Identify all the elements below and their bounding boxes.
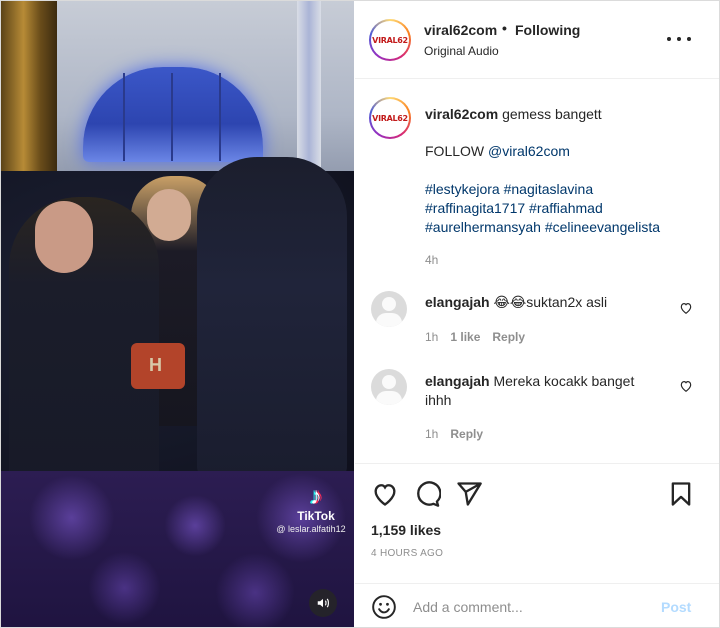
post-timestamp[interactable]: 4 HOURS AGO (371, 548, 443, 559)
video-pillar (297, 1, 321, 181)
comment-body: Mereka kocakk banget (493, 373, 635, 389)
comment-time[interactable]: 1h (425, 330, 438, 344)
post-comment-button[interactable]: Post (661, 599, 691, 615)
comment-body: 😂😂suktan2x asli (493, 294, 608, 310)
avatar-logo: VIRAL62 (371, 21, 409, 59)
comment-meta: 1h Reply (425, 427, 483, 441)
like-heart-icon[interactable] (371, 480, 399, 508)
post-actions: 1,159 likes 4 HOURS AGO (355, 463, 719, 575)
video-gold-ornament (1, 1, 57, 171)
caption-timestamp[interactable]: 4h (425, 253, 438, 267)
video-face (35, 201, 93, 273)
caption-follow-line: FOLLOW @viral62com (425, 142, 570, 161)
video-person-hooded (197, 157, 347, 477)
author-avatar[interactable]: VIRAL62 (369, 19, 411, 61)
hashtag-line[interactable]: #aurelhermansyah #celineevangelista (425, 218, 660, 237)
post-video[interactable]: ♪ TikTok @ leslar.alfatih12 (1, 1, 354, 627)
speaker-icon (317, 598, 329, 608)
caption-text: viral62com gemess bangett (425, 105, 705, 124)
comment-username[interactable]: elangajah (425, 373, 490, 389)
audio-link[interactable]: Original Audio (424, 44, 499, 58)
avatar-logo: VIRAL62 (371, 99, 409, 137)
tiktok-logo-icon: ♪ (310, 483, 322, 510)
reply-button[interactable]: Reply (450, 427, 483, 441)
comment-text: elangajah Mereka kocakk banget ihhh (425, 372, 675, 410)
comment-avatar[interactable] (371, 369, 407, 405)
following-button[interactable]: Following (515, 22, 580, 38)
caption-follow-prefix: FOLLOW (425, 143, 489, 159)
comment-like-heart-icon[interactable] (679, 301, 693, 315)
caption-username[interactable]: viral62com (425, 106, 498, 122)
share-paper-plane-icon[interactable] (455, 480, 483, 508)
hashtag-line[interactable]: #lestykejora #nagitaslavina (425, 180, 593, 199)
comment-text: elangajah 😂😂suktan2x asli (425, 293, 675, 312)
more-options-icon[interactable] (667, 31, 691, 47)
add-comment-bar: Post (355, 583, 719, 627)
separator-dot: • (502, 20, 507, 36)
mute-toggle-button[interactable] (309, 589, 337, 617)
comment-body: ihhh (425, 392, 452, 408)
comment-input[interactable] (413, 596, 643, 618)
caption-avatar[interactable]: VIRAL62 (369, 97, 411, 139)
post-header: VIRAL62 viral62com • Following Original … (355, 1, 719, 79)
emoji-smiley-icon[interactable] (371, 594, 397, 620)
author-username[interactable]: viral62com (424, 22, 497, 38)
comment-time[interactable]: 1h (425, 427, 438, 441)
tiktok-watermark: ♪ TikTok @ leslar.alfatih12 (276, 483, 351, 535)
tiktok-brand: TikTok (297, 509, 335, 523)
hashtag-line[interactable]: #raffinagita1717 #raffiahmad (425, 199, 603, 218)
tiktok-handle: @ leslar.alfatih12 (276, 524, 346, 534)
comment-likes[interactable]: 1 like (450, 330, 480, 344)
video-handbag (131, 343, 185, 389)
save-bookmark-icon[interactable] (667, 480, 695, 508)
mention-link[interactable]: @viral62com (488, 143, 570, 159)
comment-avatar[interactable] (371, 291, 407, 327)
video-face (147, 189, 191, 241)
likes-count[interactable]: 1,159 likes (371, 522, 441, 538)
comment-bubble-icon[interactable] (413, 480, 441, 508)
post-side-panel: VIRAL62 viral62com • Following Original … (355, 1, 719, 627)
caption-body: gemess bangett (502, 106, 602, 122)
comment-username[interactable]: elangajah (425, 294, 490, 310)
comment-like-heart-icon[interactable] (679, 379, 693, 393)
reply-button[interactable]: Reply (492, 330, 525, 344)
comment-meta: 1h 1 like Reply (425, 330, 525, 344)
